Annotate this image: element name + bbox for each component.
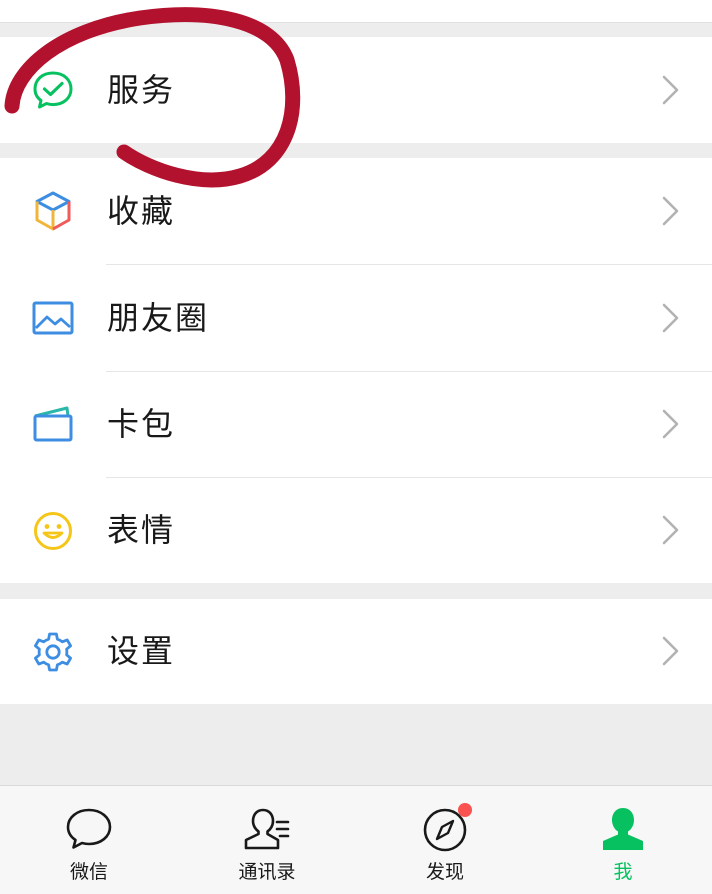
chevron-right-icon	[660, 408, 682, 440]
menu-label-settings: 设置	[107, 632, 176, 670]
tab-contacts[interactable]: 通讯录	[178, 786, 356, 894]
chevron-right-icon	[660, 302, 682, 334]
tab-label-contacts: 通讯录	[238, 861, 296, 883]
menu-group-main: 收藏 朋友圈 卡包 表情	[0, 158, 712, 583]
tab-me[interactable]: 我	[534, 786, 712, 894]
tab-discover[interactable]: 发现	[356, 786, 534, 894]
bottom-tab-bar: 微信 通讯录 发现 我	[0, 785, 712, 894]
tab-chats[interactable]: 微信	[0, 786, 178, 894]
menu-label-service: 服务	[107, 71, 176, 109]
tab-label-chats: 微信	[69, 861, 108, 883]
menu-group-service: 服务	[0, 37, 712, 143]
notification-dot	[458, 803, 472, 817]
cube-icon	[30, 188, 76, 234]
smiley-icon	[30, 508, 76, 554]
chat-bubble-icon	[64, 804, 114, 854]
menu-item-settings[interactable]: 设置	[0, 599, 712, 704]
picture-icon	[30, 295, 76, 341]
menu-item-favorites[interactable]: 收藏	[0, 158, 712, 264]
menu-group-settings: 设置	[0, 599, 712, 704]
menu-label-cards: 卡包	[107, 405, 176, 443]
top-strip	[0, 0, 712, 23]
menu-item-moments[interactable]: 朋友圈	[0, 265, 712, 371]
menu-item-cards[interactable]: 卡包	[0, 372, 712, 477]
menu-label-favorites: 收藏	[107, 192, 176, 230]
chevron-right-icon	[660, 635, 682, 667]
wallet-card-icon	[30, 402, 76, 448]
gear-icon	[30, 629, 76, 675]
tab-label-me: 我	[613, 861, 633, 883]
service-icon	[30, 67, 76, 113]
contacts-icon	[242, 804, 292, 854]
person-icon	[598, 804, 648, 854]
chevron-right-icon	[660, 195, 682, 227]
menu-item-stickers[interactable]: 表情	[0, 478, 712, 583]
menu-item-service[interactable]: 服务	[0, 37, 712, 143]
chevron-right-icon	[660, 74, 682, 106]
chevron-right-icon	[660, 514, 682, 546]
menu-label-stickers: 表情	[107, 511, 176, 549]
menu-label-moments: 朋友圈	[107, 299, 210, 337]
tab-label-discover: 发现	[425, 861, 464, 883]
